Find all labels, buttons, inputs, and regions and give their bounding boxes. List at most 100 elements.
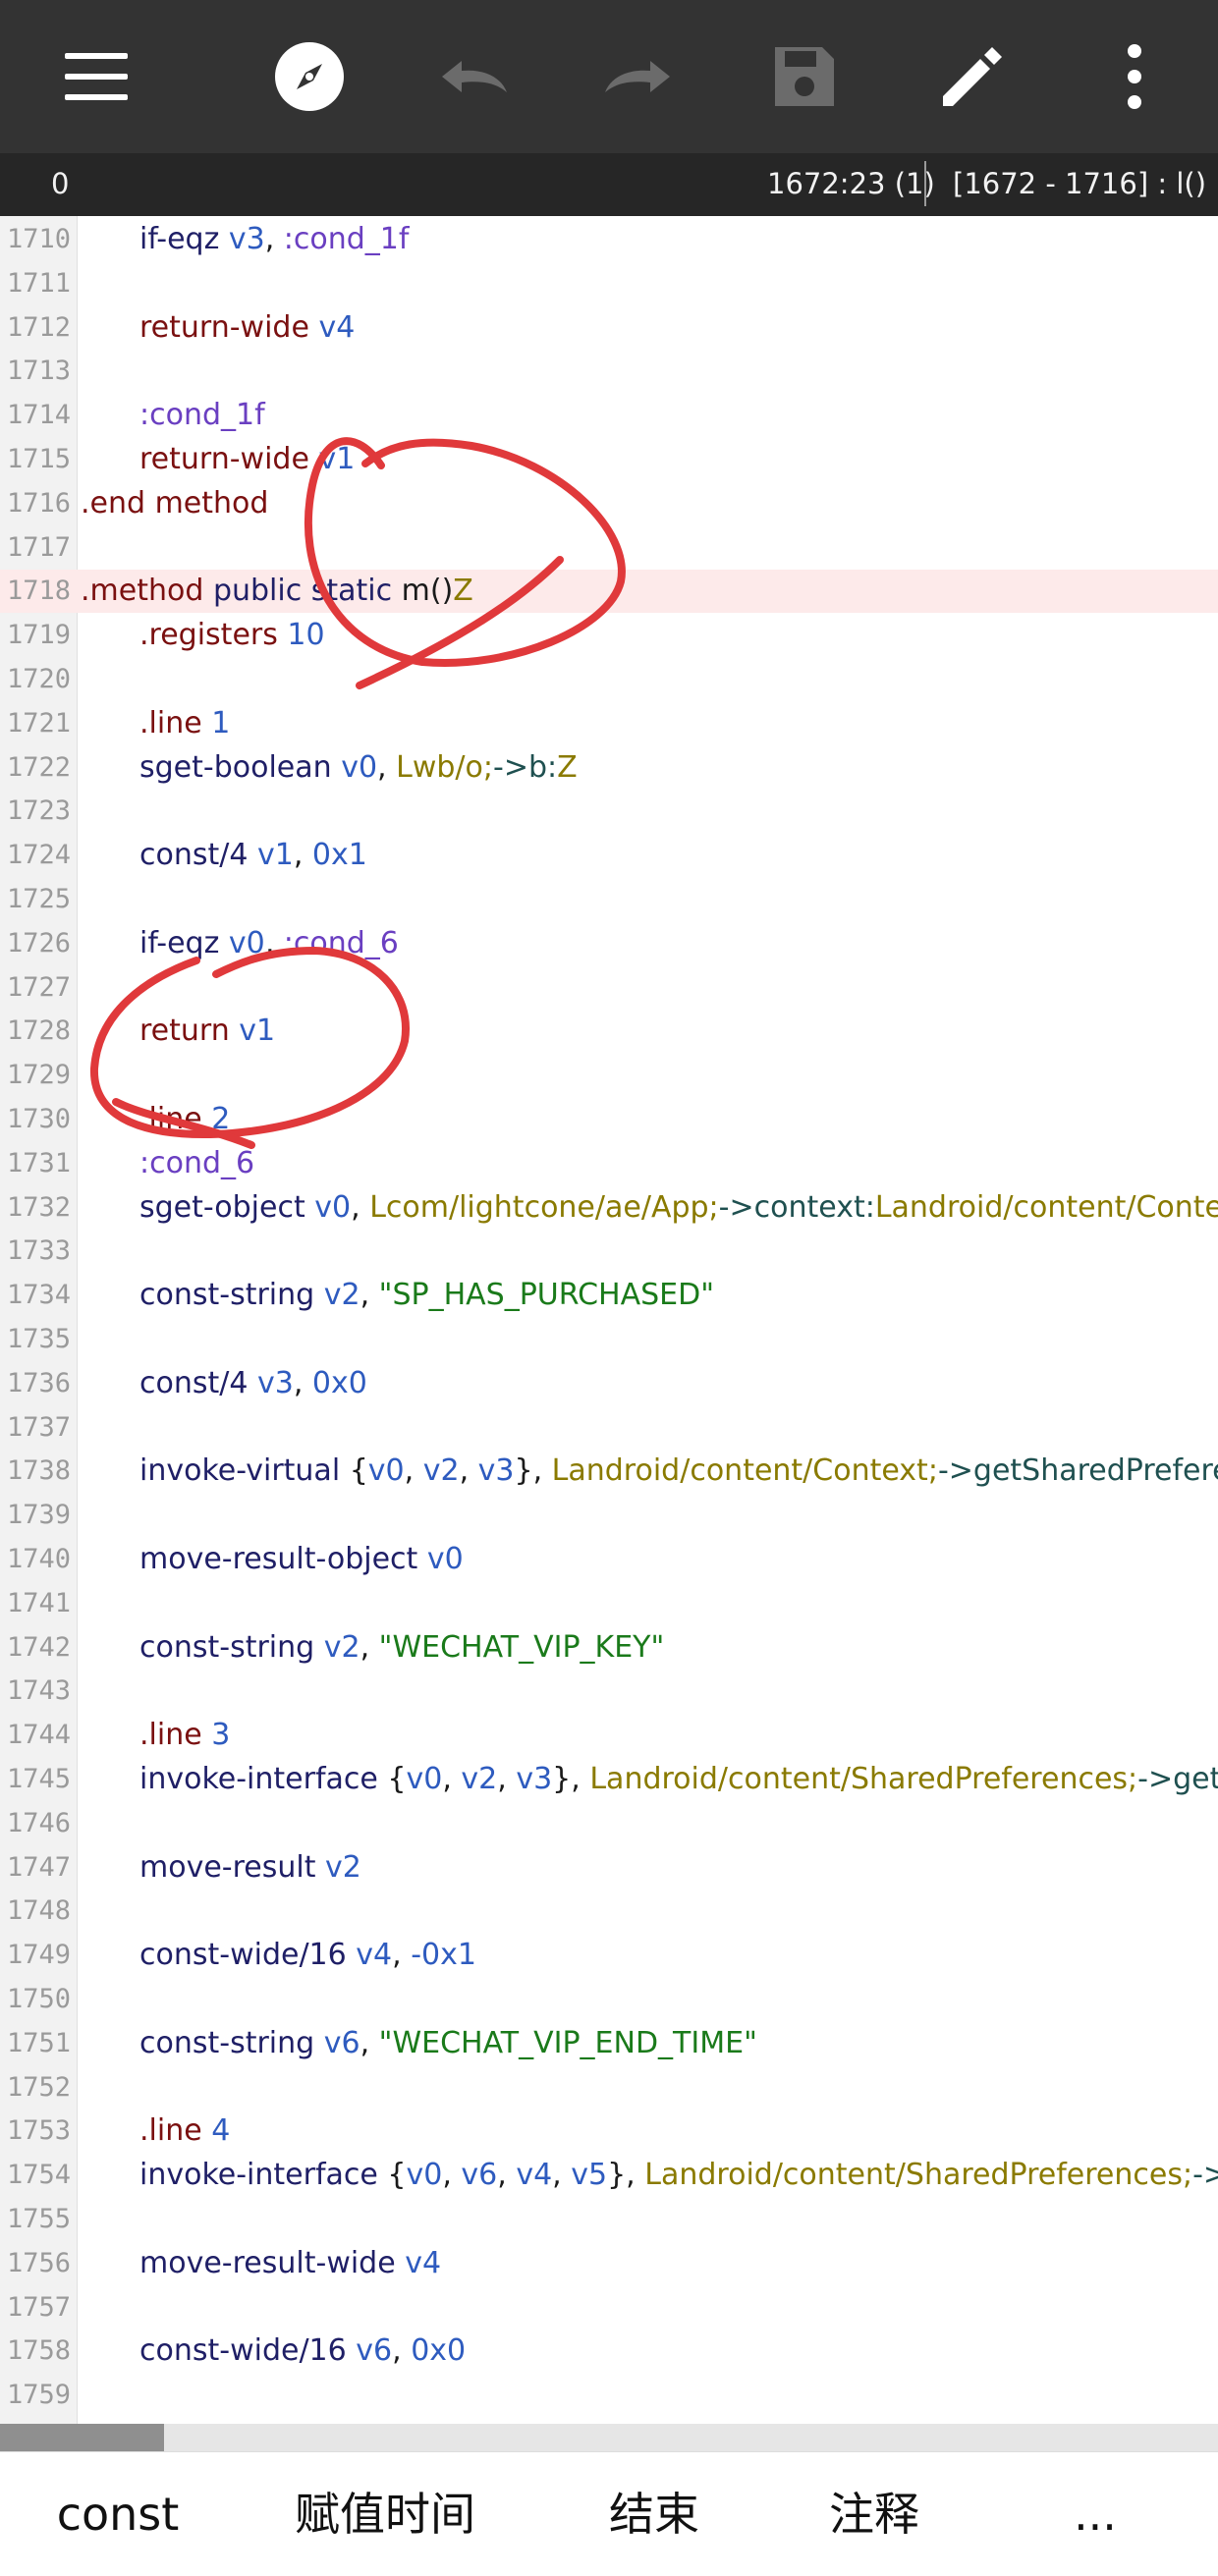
- code-text: invoke-interface {v0, v6, v4, v5}, Landr…: [139, 2154, 1218, 2197]
- line-number: 1728: [6, 1015, 71, 1047]
- line-number: 1735: [6, 1324, 71, 1354]
- code-line[interactable]: 1724 const/4 v1, 0x1: [0, 834, 1218, 877]
- horizontal-scrollbar[interactable]: [0, 2424, 1218, 2451]
- code-token: v0: [314, 1189, 352, 1225]
- code-line[interactable]: 1755: [0, 2198, 1218, 2241]
- code-line[interactable]: 1754 invoke-interface {v0, v6, v4, v5}, L…: [0, 2154, 1218, 2197]
- quick-item-assign-time[interactable]: 赋值时间: [248, 2452, 523, 2576]
- code-line[interactable]: 1758 const-wide/16 v6, 0x0: [0, 2329, 1218, 2373]
- line-number: 1748: [6, 1895, 71, 1927]
- line-number: 1743: [6, 1675, 71, 1707]
- code-token: "SP_HAS_PURCHASED": [378, 1278, 715, 1313]
- code-line[interactable]: 1744 .line 3: [0, 1714, 1218, 1757]
- code-text: return-wide v4: [139, 306, 355, 350]
- code-token: .line: [139, 705, 212, 740]
- code-line[interactable]: 1726 if-eqz v0, :cond_6: [0, 922, 1218, 965]
- code-line[interactable]: 1715 return-wide v1: [0, 438, 1218, 481]
- code-editor[interactable]: 1710 if-eqz v3, :cond_1f 1711 1712 return-wi…: [0, 216, 1218, 2424]
- code-line[interactable]: 1720: [0, 658, 1218, 701]
- code-line[interactable]: 1733: [0, 1230, 1218, 1273]
- code-token: v1: [239, 1014, 276, 1049]
- code-token: Z: [557, 749, 578, 785]
- code-line[interactable]: 1743: [0, 1670, 1218, 1713]
- menu-icon[interactable]: [37, 18, 155, 136]
- code-line[interactable]: 1714:cond_1f: [0, 394, 1218, 437]
- code-line[interactable]: 1722 sget-boolean v0, Lwb/o;->b:Z: [0, 746, 1218, 790]
- line-number: 1756: [6, 2247, 71, 2278]
- code-line[interactable]: 1728 return v1: [0, 1010, 1218, 1053]
- more-vertical-icon[interactable]: [1076, 18, 1193, 136]
- code-line[interactable]: 1751 const-string v6, "WECHAT_VIP_END_TIM…: [0, 2022, 1218, 2065]
- code-line[interactable]: 1740 move-result-object v0: [0, 1538, 1218, 1581]
- code-line[interactable]: 1711: [0, 262, 1218, 305]
- code-token: v0: [406, 2158, 443, 2193]
- code-line[interactable]: 1710 if-eqz v3, :cond_1f: [0, 218, 1218, 261]
- code-token: 0x0: [411, 2333, 467, 2369]
- line-number: 1753: [6, 2115, 71, 2147]
- code-line[interactable]: 1746: [0, 1802, 1218, 1845]
- line-number: 1755: [6, 2204, 71, 2234]
- compass-icon[interactable]: [250, 18, 368, 136]
- code-line[interactable]: 1725: [0, 878, 1218, 921]
- code-line[interactable]: 1734 const-string v2, "SP_HAS_PURCHASED": [0, 1274, 1218, 1317]
- code-token: v4: [516, 2158, 553, 2193]
- code-line[interactable]: 1712 return-wide v4: [0, 306, 1218, 350]
- quick-item-comment[interactable]: 注释: [786, 2452, 963, 2576]
- code-line[interactable]: 1759: [0, 2374, 1218, 2417]
- code-line[interactable]: 1747 move-result v2: [0, 1846, 1218, 1890]
- code-line[interactable]: 1721 .line 1: [0, 702, 1218, 745]
- code-line[interactable]: 1737: [0, 1406, 1218, 1450]
- code-line[interactable]: 1757: [0, 2286, 1218, 2329]
- line-number: 1714: [6, 400, 71, 431]
- code-line[interactable]: 1739: [0, 1494, 1218, 1537]
- code-line[interactable]: 1748: [0, 1890, 1218, 1933]
- quick-item-const[interactable]: const: [22, 2452, 214, 2576]
- code-line[interactable]: 1749 const-wide/16 v4, -0x1: [0, 1934, 1218, 1977]
- line-number: 1759: [6, 2380, 71, 2411]
- line-number: 1726: [6, 927, 71, 959]
- code-token: ,: [442, 2158, 462, 2193]
- code-token: return: [139, 1014, 240, 1049]
- code-text: move-result-object v0: [139, 1538, 464, 1581]
- code-token: v2: [323, 1278, 360, 1313]
- code-line[interactable]: 1717: [0, 526, 1218, 570]
- code-line[interactable]: 1732 sget-object v0, Lcom/lightcone/ae/Ap…: [0, 1186, 1218, 1230]
- scrollbar-thumb[interactable]: [0, 2424, 164, 2451]
- code-line[interactable]: 1736 const/4 v3, 0x0: [0, 1362, 1218, 1405]
- code-line[interactable]: 1731:cond_6: [0, 1142, 1218, 1185]
- code-line[interactable]: 1713: [0, 350, 1218, 393]
- code-token: ->getSharedPreferences: [937, 1453, 1218, 1489]
- line-number: 1751: [6, 2027, 71, 2058]
- code-token: ,: [497, 2158, 517, 2193]
- code-line[interactable]: 1750: [0, 1978, 1218, 2021]
- code-line[interactable]: 1753 .line 4: [0, 2110, 1218, 2153]
- code-line[interactable]: 1716 .end method: [0, 482, 1218, 525]
- code-line[interactable]: 1752: [0, 2066, 1218, 2110]
- code-line[interactable]: 1738 invoke-virtual {v0, v2, v3}, Landroi…: [0, 1450, 1218, 1493]
- code-line[interactable]: 1730 .line 2: [0, 1098, 1218, 1141]
- code-line[interactable]: 1741: [0, 1582, 1218, 1625]
- code-token: v0: [367, 1453, 405, 1489]
- code-line[interactable]: 1727: [0, 966, 1218, 1010]
- edit-icon[interactable]: [912, 18, 1029, 136]
- code-line[interactable]: 1723: [0, 790, 1218, 833]
- code-line[interactable]: 1729: [0, 1054, 1218, 1097]
- line-number: 1754: [6, 2160, 71, 2191]
- code-line[interactable]: 1718 .method public static m()Z: [0, 570, 1218, 614]
- save-icon[interactable]: [746, 18, 863, 136]
- code-line[interactable]: 1735: [0, 1318, 1218, 1361]
- code-line[interactable]: 1719 .registers 10: [0, 614, 1218, 657]
- code-line[interactable]: 1745 invoke-interface {v0, v2, v3}, Landr…: [0, 1758, 1218, 1801]
- quick-item-end[interactable]: 结束: [566, 2452, 743, 2576]
- code-token: v1: [257, 838, 294, 873]
- code-token: v3: [477, 1453, 515, 1489]
- code-token: v3: [228, 222, 265, 256]
- undo-icon[interactable]: [415, 18, 532, 136]
- code-line[interactable]: 1756 move-result-wide v4: [0, 2242, 1218, 2285]
- code-token: },: [607, 2158, 645, 2193]
- code-line[interactable]: 1742 const-string v2, "WECHAT_VIP_KEY": [0, 1626, 1218, 1670]
- code-token: },: [514, 1453, 552, 1489]
- redo-icon[interactable]: [580, 18, 697, 136]
- line-number: 1730: [6, 1104, 71, 1134]
- quick-item-more[interactable]: ...: [1022, 2452, 1169, 2576]
